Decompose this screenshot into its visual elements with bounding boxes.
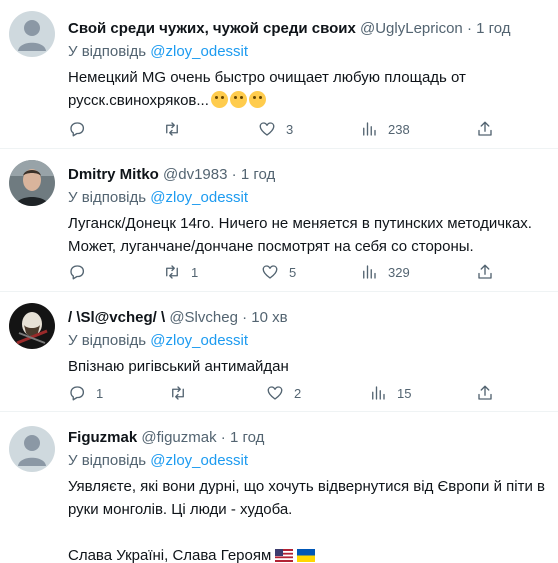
- avatar[interactable]: [9, 426, 55, 472]
- views-count: 329: [388, 264, 410, 280]
- retweet-icon: [166, 265, 178, 279]
- reply-context: У відповідь @zloy_odessit: [68, 42, 550, 62]
- tweet[interactable]: Свой среди чужих, чужой среди своих @Ugl…: [0, 0, 558, 149]
- share-icon: [478, 385, 492, 400]
- views-button[interactable]: 15: [369, 383, 411, 403]
- share-icon: [478, 121, 492, 136]
- views-count: 238: [388, 121, 410, 137]
- tweet-header: Свой среди чужих, чужой среди своих @Ugl…: [68, 19, 550, 39]
- reply-mention-link[interactable]: @zloy_odessit: [150, 452, 248, 469]
- reply-context: У відповідь @zloy_odessit: [68, 188, 550, 208]
- share-button[interactable]: [476, 119, 494, 139]
- share-button[interactable]: [476, 383, 494, 403]
- heart-icon: [267, 386, 283, 400]
- reply-button[interactable]: [68, 119, 96, 139]
- grinning-sweat-emoji: [210, 91, 228, 108]
- separator-dot: ·: [242, 309, 248, 326]
- like-count: 5: [289, 264, 297, 280]
- analytics-icon: [363, 265, 376, 279]
- display-name[interactable]: Dmitry Mitko: [68, 166, 159, 183]
- display-name[interactable]: Figuzmak: [68, 429, 137, 446]
- avatar[interactable]: [9, 11, 55, 57]
- tweet-actions: 3 238: [68, 119, 508, 139]
- reply-context: У відповідь @zloy_odessit: [68, 331, 550, 351]
- user-handle[interactable]: @UglyLepricon: [360, 20, 463, 37]
- user-photo-icon: [9, 303, 55, 349]
- avatar[interactable]: [9, 303, 55, 349]
- timestamp[interactable]: 1 год: [241, 166, 275, 183]
- timestamp[interactable]: 1 год: [476, 20, 510, 37]
- tweet[interactable]: Dmitry Mitko @dv1983 · 1 год У відповідь…: [0, 149, 558, 292]
- default-avatar-icon: [9, 11, 55, 57]
- user-photo-icon: [9, 160, 55, 206]
- separator-dot: ·: [466, 20, 472, 37]
- reply-prefix: У відповідь: [68, 332, 147, 349]
- like-button[interactable]: 3: [258, 119, 293, 139]
- comment-icon: [70, 122, 85, 137]
- reply-prefix: У відповідь: [68, 452, 147, 469]
- tweet-text: Впізнаю ригівський антимайдан: [68, 358, 289, 375]
- reply-mention-link[interactable]: @zloy_odessit: [150, 43, 248, 60]
- user-handle[interactable]: @figuzmak: [141, 429, 216, 446]
- like-count: 2: [294, 385, 302, 401]
- default-avatar-icon: [9, 426, 55, 472]
- grinning-squinting-emoji: [229, 91, 247, 108]
- tweet-header: Dmitry Mitko @dv1983 · 1 год: [68, 165, 550, 185]
- separator-dot: ·: [231, 166, 237, 183]
- avatar[interactable]: [9, 160, 55, 206]
- tweet-actions: 1 2 15: [68, 383, 508, 403]
- reply-prefix: У відповідь: [68, 43, 147, 60]
- reply-prefix: У відповідь: [68, 189, 147, 206]
- tweet-header: / \Sl@vcheg/ \ @Slvcheg · 10 хв: [68, 308, 550, 328]
- retweet-count: 1: [191, 264, 199, 280]
- like-count: 3: [286, 121, 294, 137]
- reply-mention-link[interactable]: @zloy_odessit: [150, 189, 248, 206]
- views-button[interactable]: 238: [360, 119, 410, 139]
- user-handle[interactable]: @Slvcheg: [169, 309, 238, 326]
- like-button[interactable]: 2: [266, 383, 301, 403]
- tweet-text: Уявляєте, які вони дурні, що хочуть відв…: [68, 475, 550, 563]
- separator-dot: ·: [220, 429, 226, 446]
- retweet-icon: [166, 122, 178, 136]
- ukraine-flag-icon: [297, 549, 316, 562]
- like-button[interactable]: 5: [261, 262, 296, 282]
- reply-button[interactable]: 1: [68, 383, 103, 403]
- analytics-icon: [372, 386, 385, 400]
- views-count: 15: [397, 385, 412, 401]
- comment-icon: [70, 265, 85, 280]
- heart-icon: [259, 122, 275, 136]
- tweet-text: Луганск/Донецк 14го. Ничего не меняется …: [68, 215, 537, 255]
- display-name[interactable]: Свой среди чужих, чужой среди своих: [68, 20, 356, 37]
- reply-count: 1: [96, 385, 104, 401]
- tweet-text: Немецкий MG очень быстро очищает любую п…: [68, 66, 550, 112]
- tweet-actions: 1 5 329: [68, 262, 508, 282]
- views-button[interactable]: 329: [360, 262, 410, 282]
- tweet[interactable]: / \Sl@vcheg/ \ @Slvcheg · 10 хв У відпов…: [0, 292, 558, 412]
- tweet-text-content: Немецкий MG очень быстро очищает любую п…: [68, 69, 471, 109]
- share-button[interactable]: [476, 262, 494, 282]
- display-name[interactable]: / \Sl@vcheg/ \: [68, 309, 165, 326]
- reply-button[interactable]: [68, 262, 96, 282]
- reply-mention-link[interactable]: @zloy_odessit: [150, 332, 248, 349]
- comment-icon: [70, 386, 85, 401]
- analytics-icon: [363, 122, 376, 136]
- retweet-button[interactable]: [163, 119, 191, 139]
- retweet-button[interactable]: [169, 383, 197, 403]
- tweet-header: Figuzmak @figuzmak · 1 год: [68, 428, 550, 448]
- tears-of-joy-emoji: [248, 91, 266, 108]
- timestamp[interactable]: 10 хв: [251, 309, 287, 326]
- share-icon: [478, 264, 492, 279]
- us-flag-icon: [275, 549, 294, 562]
- reply-context: У відповідь @zloy_odessit: [68, 451, 550, 471]
- timestamp[interactable]: 1 год: [230, 429, 264, 446]
- heart-icon: [262, 265, 278, 279]
- tweet[interactable]: Figuzmak @figuzmak · 1 год У відповідь @…: [0, 412, 558, 563]
- user-handle[interactable]: @dv1983: [163, 166, 227, 183]
- retweet-icon: [172, 386, 184, 400]
- retweet-button[interactable]: 1: [163, 262, 198, 282]
